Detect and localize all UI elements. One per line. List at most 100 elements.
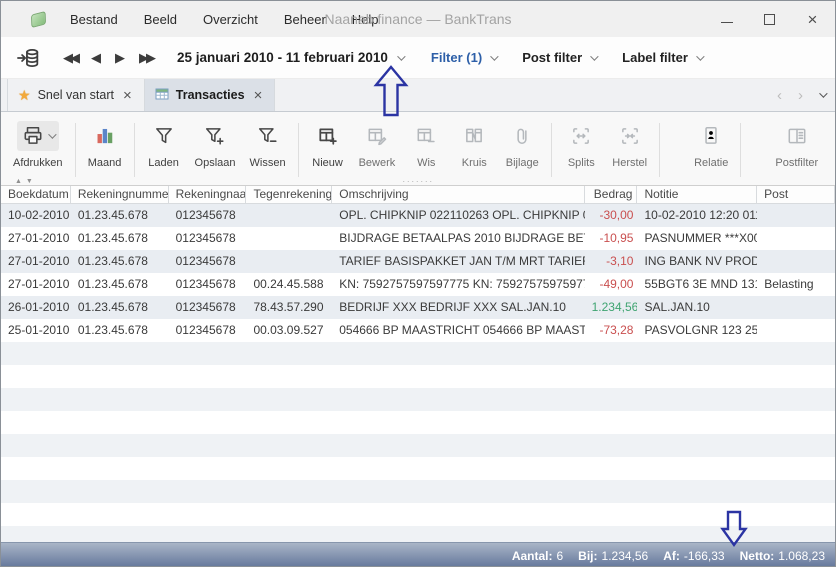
cell-bedrag: -49,00 — [585, 273, 638, 296]
tab-scroll-left-icon[interactable]: ‹ — [777, 87, 782, 104]
star-icon: ★ — [18, 87, 31, 104]
toolbar-maand-button[interactable]: Maand — [88, 121, 122, 169]
menu-overzicht[interactable]: Overzicht — [203, 12, 258, 27]
table-split-icon — [463, 121, 485, 151]
empty-row — [1, 411, 835, 434]
chart-icon — [94, 121, 116, 151]
toolbar-button-label: Opslaan — [195, 157, 236, 169]
menu-beheer[interactable]: Beheer — [284, 12, 326, 27]
cell-post — [757, 227, 835, 250]
table-row[interactable]: 25-01-201001.23.45.67801234567800.03.09.… — [1, 319, 835, 342]
empty-row — [1, 342, 835, 365]
empty-row — [1, 434, 835, 457]
cell-omschrijving: KN: 7592757597597775 KN: 759275759759777… — [332, 273, 584, 296]
table-header-row: BoekdatumRekeningnummerRekeningnaamTegen… — [1, 186, 835, 204]
cell-rekeningnaam: 012345678 — [169, 250, 247, 273]
tab-scroll-controls: ‹ › — [777, 79, 825, 111]
table-minus-icon — [415, 121, 437, 151]
column-header-notitie[interactable]: Notitie — [637, 186, 757, 203]
cell-notitie: ING BANK NV PROD... — [637, 250, 757, 273]
funnel-icon — [153, 121, 175, 151]
nav-previous-button[interactable]: ◀ — [91, 50, 101, 66]
toolbar-wissen-button[interactable]: Wissen — [250, 121, 286, 169]
toolbar-splits-button: Splits — [564, 121, 598, 169]
column-header-boekdatum[interactable]: Boekdatum — [1, 186, 71, 203]
tab-transacties[interactable]: Transacties× — [145, 79, 276, 111]
contact-card-icon — [700, 121, 722, 151]
split-out-icon — [570, 121, 592, 151]
toolbar-relatie-button: Relatie — [694, 121, 728, 169]
splitter-grip[interactable]: ······· — [402, 178, 433, 184]
date-range-label: 25 januari 2010 - 11 februari 2010 — [177, 50, 388, 65]
column-header-post[interactable]: Post — [757, 186, 835, 203]
maximize-icon[interactable] — [764, 14, 775, 25]
empty-row — [1, 503, 835, 526]
table-row[interactable]: 27-01-201001.23.45.678012345678BIJDRAGE … — [1, 227, 835, 250]
menu-help[interactable]: Help — [352, 12, 379, 27]
funnel-minus-icon — [257, 121, 279, 151]
table-pencil-icon — [366, 121, 388, 151]
nav-last-button[interactable]: ▶▶ — [139, 50, 153, 66]
tab-close-icon[interactable]: × — [254, 87, 263, 104]
toolbar-laden-button[interactable]: Laden — [147, 121, 181, 169]
cell-tegenrekening: 00.24.45.588 — [246, 273, 332, 296]
column-header-omschrijving[interactable]: Omschrijving — [332, 186, 584, 203]
column-header-bedrag[interactable]: Bedrag — [585, 186, 638, 203]
toolbar-group: Afdrukken — [1, 121, 75, 169]
cell-post: Belasting — [757, 273, 835, 296]
chevron-down-icon — [397, 52, 405, 60]
window-controls: × — [721, 1, 819, 37]
empty-row — [1, 457, 835, 480]
nav-next-button[interactable]: ▶ — [115, 50, 125, 66]
split-in-icon — [619, 121, 641, 151]
menu-bestand[interactable]: Bestand — [70, 12, 118, 27]
empty-row — [1, 365, 835, 388]
toolbar-bijlage-button: Bijlage — [505, 121, 539, 169]
minimize-icon[interactable] — [721, 16, 733, 23]
empty-row — [1, 480, 835, 503]
status-value: -166,33 — [684, 549, 725, 563]
table-row[interactable]: 27-01-201001.23.45.67801234567800.24.45.… — [1, 273, 835, 296]
chevron-down-icon — [490, 52, 498, 60]
tab-scroll-right-icon[interactable]: › — [798, 87, 803, 104]
cell-omschrijving: TARIEF BASISPAKKET JAN T/M MRT TARIEF... — [332, 250, 584, 273]
chevron-down-icon — [48, 130, 56, 138]
column-header-rekeningnummer[interactable]: Rekeningnummer — [71, 186, 169, 203]
cell-notitie: PASVOLGNR 123 25-0... — [637, 319, 757, 342]
toolbar-button-label: Bijlage — [506, 157, 539, 169]
close-icon[interactable]: × — [806, 13, 819, 26]
column-header-rekeningnaam[interactable]: Rekeningnaam — [169, 186, 247, 203]
status-bar: Aantal:6Bij:1.234,56Af:-166,33Netto:1.06… — [1, 542, 835, 567]
table-row[interactable]: 26-01-201001.23.45.67801234567878.43.57.… — [1, 296, 835, 319]
toolbar-opslaan-button[interactable]: Opslaan — [195, 121, 236, 169]
post-filter-dropdown[interactable]: Post filter — [522, 50, 596, 65]
table-row[interactable]: 27-01-201001.23.45.678012345678TARIEF BA… — [1, 250, 835, 273]
status-aantal: Aantal:6 — [512, 549, 563, 563]
toolbar-nieuw-button[interactable]: Nieuw — [311, 121, 345, 169]
table-row[interactable]: 10-02-201001.23.45.678012345678OPL. CHIP… — [1, 204, 835, 227]
toolbar-afdrukken-button[interactable]: Afdrukken — [13, 121, 63, 169]
cell-bedrag: -10,95 — [585, 227, 638, 250]
toolbar-button-label: Kruis — [462, 157, 487, 169]
import-transactions-icon[interactable] — [15, 46, 41, 70]
tab-close-icon[interactable]: × — [123, 87, 132, 104]
tab-list-chevron-icon[interactable] — [819, 89, 827, 97]
cell-boekdatum: 25-01-2010 — [1, 319, 71, 342]
cell-post — [757, 319, 835, 342]
navigation-bar: ◀◀ ◀ ▶ ▶▶ 25 januari 2010 - 11 februari … — [1, 37, 835, 79]
tab-snel-van-start[interactable]: ★Snel van start× — [7, 79, 145, 111]
cell-rekeningnaam: 012345678 — [169, 273, 247, 296]
date-range-selector[interactable]: 25 januari 2010 - 11 februari 2010 — [177, 50, 403, 65]
label-filter-dropdown[interactable]: Label filter — [622, 50, 702, 65]
menu-beeld[interactable]: Beeld — [144, 12, 177, 27]
column-header-tegenrekening[interactable]: Tegenrekening — [246, 186, 332, 203]
toolbar-kruis-button: Kruis — [457, 121, 491, 169]
transactions-table-icon — [155, 87, 169, 104]
post-book-icon — [786, 121, 808, 151]
cell-rekeningnummer: 01.23.45.678 — [71, 319, 169, 342]
nav-first-button[interactable]: ◀◀ — [63, 50, 77, 66]
filter-dropdown[interactable]: Filter (1) — [431, 50, 496, 65]
toolbar-button-label: Splits — [568, 157, 595, 169]
toolbar-collapse-handle[interactable]: ▲▼ — [15, 178, 37, 185]
cell-boekdatum: 10-02-2010 — [1, 204, 71, 227]
